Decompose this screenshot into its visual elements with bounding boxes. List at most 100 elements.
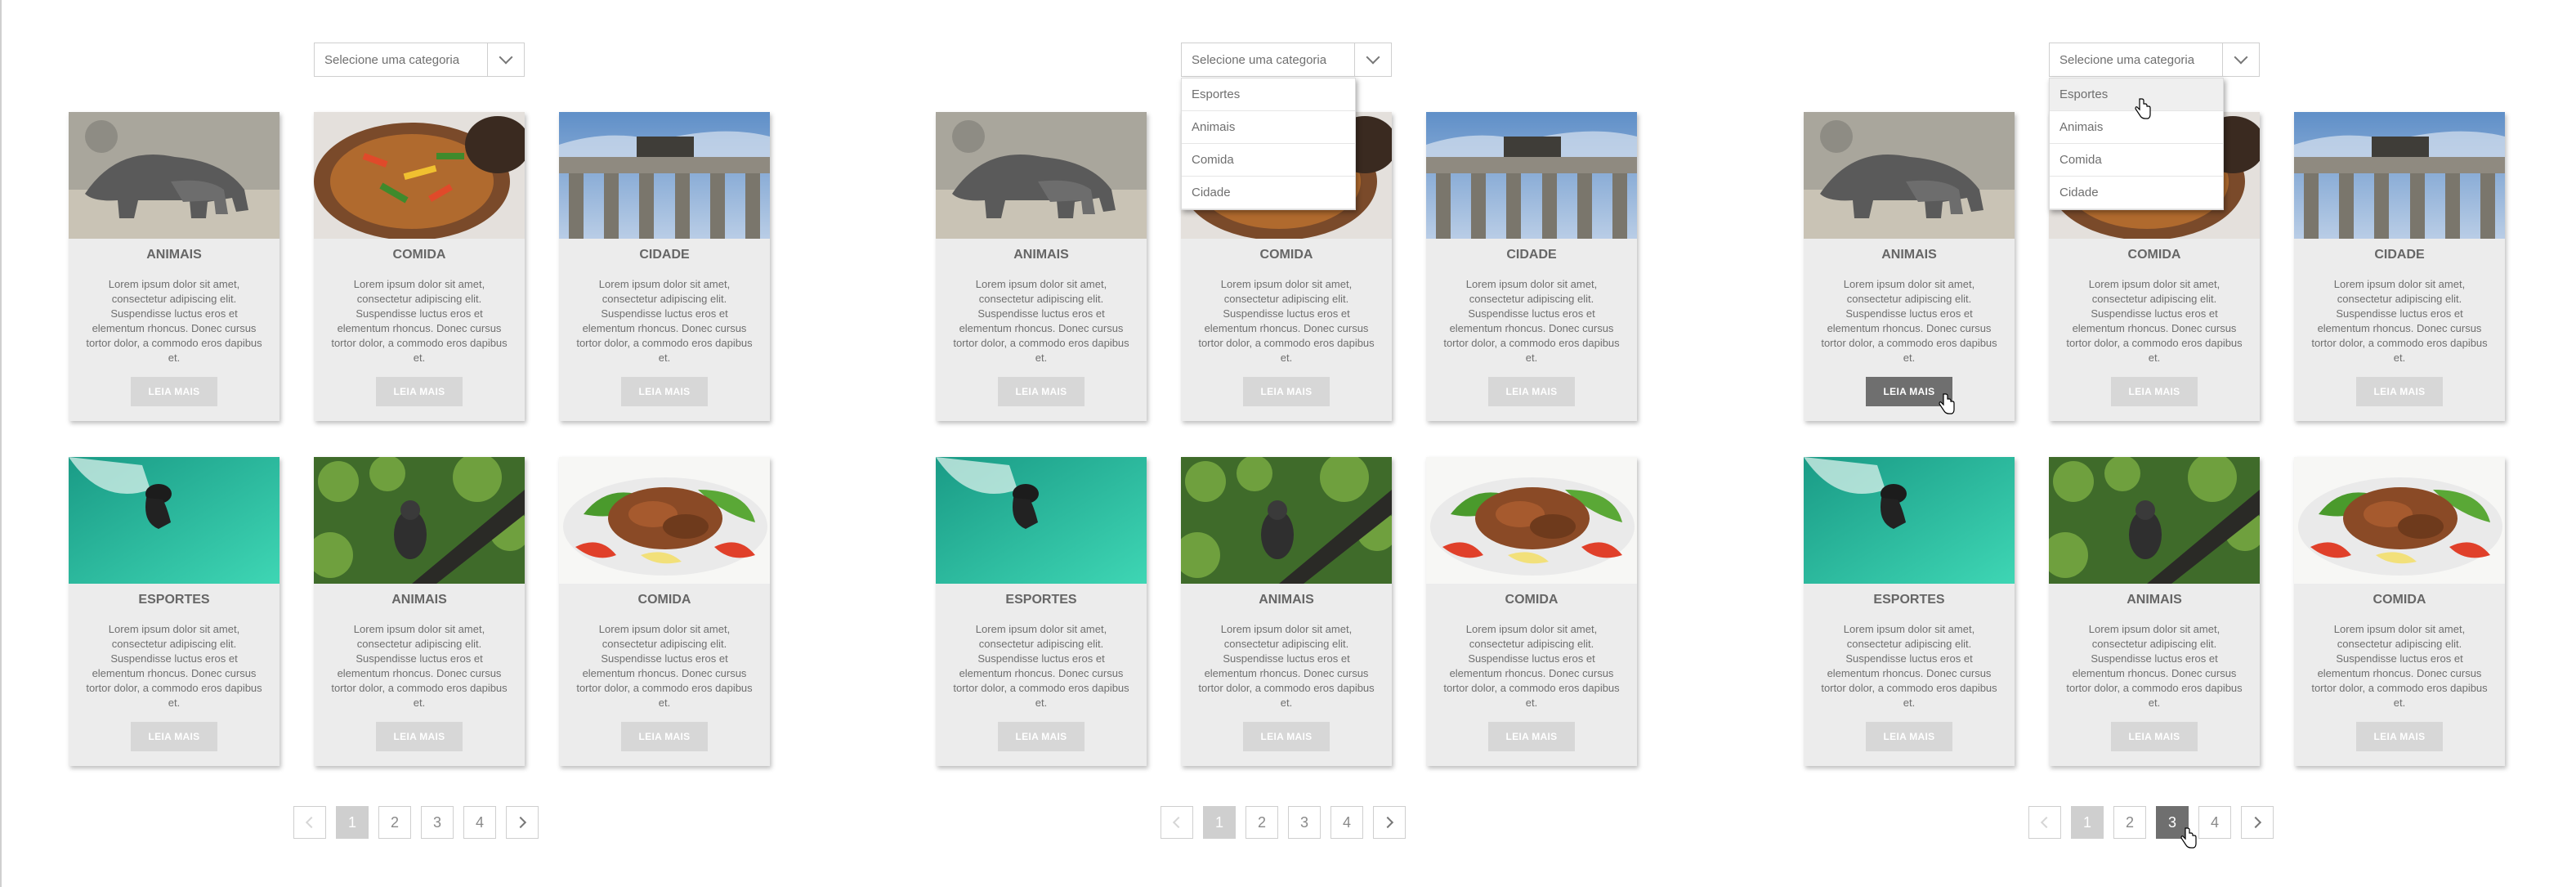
card-description: Lorem ipsum dolor sit amet, consectetur … — [1821, 278, 1997, 364]
next-page-button[interactable] — [2241, 806, 2274, 839]
dropdown-option[interactable]: Comida — [1182, 144, 1355, 177]
leia-mais-button[interactable]: LEIA MAIS — [2356, 722, 2443, 751]
leia-mais-button[interactable]: LEIA MAIS — [376, 377, 463, 406]
category-card: ESPORTES Lorem ipsum dolor sit amet, cons… — [936, 457, 1147, 766]
leia-mais-button[interactable]: LEIA MAIS — [621, 377, 708, 406]
prev-page-button[interactable] — [293, 806, 326, 839]
category-card: CIDADE Lorem ipsum dolor sit amet, consec… — [559, 112, 770, 421]
page-button[interactable]: 4 — [2198, 806, 2231, 839]
page-button[interactable]: 1 — [1203, 806, 1236, 839]
page-button[interactable]: 1 — [336, 806, 369, 839]
page-button[interactable]: 2 — [2113, 806, 2146, 839]
page-button[interactable]: 2 — [1246, 806, 1278, 839]
card-description: Lorem ipsum dolor sit amet, consectetur … — [1443, 623, 1620, 709]
chevron-left-icon — [1172, 816, 1185, 829]
dropdown-option[interactable]: Cidade — [2050, 177, 2223, 209]
chevron-right-icon — [1381, 816, 1394, 829]
diver-photo[interactable] — [1804, 457, 2015, 584]
select-arrow-button[interactable] — [2222, 43, 2259, 76]
card-description: Lorem ipsum dolor sit amet, consectetur … — [331, 278, 508, 364]
category-select[interactable]: Selecione uma categoria — [2049, 43, 2260, 77]
pagination: 1234 — [293, 806, 539, 839]
gorilla-photo[interactable] — [2049, 457, 2260, 584]
card-description: Lorem ipsum dolor sit amet, consectetur … — [1821, 623, 1997, 709]
leia-mais-button[interactable]: LEIA MAIS — [131, 722, 217, 751]
leia-mais-button[interactable]: LEIA MAIS — [376, 722, 463, 751]
card-title: COMIDA — [1259, 248, 1313, 262]
pagination: 1234 — [1161, 806, 1406, 839]
card-description: Lorem ipsum dolor sit amet, consectetur … — [2311, 278, 2488, 364]
gate-photo[interactable] — [2294, 112, 2505, 239]
leia-mais-button[interactable]: LEIA MAIS — [1243, 377, 1330, 406]
category-card: COMIDA Lorem ipsum dolor sit amet, consec… — [1426, 457, 1637, 766]
page-button[interactable]: 4 — [463, 806, 496, 839]
select-arrow-button[interactable] — [1354, 43, 1391, 76]
page-button[interactable]: 2 — [378, 806, 411, 839]
card-title: COMIDA — [637, 593, 691, 607]
diver-photo[interactable] — [69, 457, 280, 584]
category-card: ANIMAIS Lorem ipsum dolor sit amet, conse… — [2049, 457, 2260, 766]
card-description: Lorem ipsum dolor sit amet, consectetur … — [1198, 623, 1375, 709]
page-button[interactable]: 3 — [1288, 806, 1321, 839]
card-title: ESPORTES — [138, 593, 210, 607]
leia-mais-button[interactable]: LEIA MAIS — [1243, 722, 1330, 751]
page-button[interactable]: 1 — [2071, 806, 2104, 839]
leia-mais-button[interactable]: LEIA MAIS — [131, 377, 217, 406]
page-button[interactable]: 3 — [421, 806, 454, 839]
dropdown-option[interactable]: Animais — [1182, 111, 1355, 144]
card-title: CIDADE — [639, 248, 690, 262]
category-card: ANIMAIS Lorem ipsum dolor sit amet, conse… — [69, 112, 280, 421]
category-select-placeholder: Selecione uma categoria — [1192, 53, 1327, 67]
leia-mais-button[interactable]: LEIA MAIS — [998, 722, 1085, 751]
card-title: ANIMAIS — [1013, 248, 1069, 262]
card-description: Lorem ipsum dolor sit amet, consectetur … — [86, 623, 262, 709]
card-title: COMIDA — [2373, 593, 2426, 607]
dropdown-option[interactable]: Esportes — [1182, 78, 1355, 111]
card-description: Lorem ipsum dolor sit amet, consectetur … — [953, 278, 1129, 364]
steak-salad-photo[interactable] — [2294, 457, 2505, 584]
gate-photo[interactable] — [1426, 112, 1637, 239]
leia-mais-button[interactable]: LEIA MAIS — [998, 377, 1085, 406]
dropdown-option[interactable]: Comida — [2050, 144, 2223, 177]
leia-mais-button[interactable]: LEIA MAIS — [2356, 377, 2443, 406]
card-description: Lorem ipsum dolor sit amet, consectetur … — [331, 623, 508, 709]
chevron-down-icon — [499, 50, 513, 65]
steak-salad-photo[interactable] — [559, 457, 770, 584]
category-card: ANIMAIS Lorem ipsum dolor sit amet, conse… — [1181, 457, 1392, 766]
page-button[interactable]: 4 — [1330, 806, 1363, 839]
select-arrow-button[interactable] — [487, 43, 524, 76]
diver-photo[interactable] — [936, 457, 1147, 584]
leia-mais-button[interactable]: LEIA MAIS — [1866, 722, 1952, 751]
leia-mais-button[interactable]: LEIA MAIS — [621, 722, 708, 751]
gorilla-photo[interactable] — [314, 457, 525, 584]
leia-mais-button[interactable]: LEIA MAIS — [2111, 377, 2198, 406]
card-title: ESPORTES — [1873, 593, 1945, 607]
next-page-button[interactable] — [506, 806, 539, 839]
gorilla-photo[interactable] — [1181, 457, 1392, 584]
steak-salad-photo[interactable] — [1426, 457, 1637, 584]
rhino-photo[interactable] — [69, 112, 280, 239]
chevron-down-icon — [1366, 50, 1380, 65]
rhino-photo[interactable] — [1804, 112, 2015, 239]
gate-photo[interactable] — [559, 112, 770, 239]
category-dropdown: Esportes Animais Comida Cidade — [1181, 78, 1356, 210]
rhino-photo[interactable] — [936, 112, 1147, 239]
dropdown-option[interactable]: Cidade — [1182, 177, 1355, 209]
next-page-button[interactable] — [1373, 806, 1406, 839]
category-card: COMIDA Lorem ipsum dolor sit amet, consec… — [559, 457, 770, 766]
leia-mais-button[interactable]: LEIA MAIS — [1488, 722, 1575, 751]
category-select-placeholder: Selecione uma categoria — [324, 53, 460, 67]
category-card: ESPORTES Lorem ipsum dolor sit amet, cons… — [69, 457, 280, 766]
category-card: COMIDA Lorem ipsum dolor sit amet, consec… — [314, 112, 525, 421]
card-description: Lorem ipsum dolor sit amet, consectetur … — [2066, 278, 2243, 364]
chevron-right-icon — [514, 816, 527, 829]
stew-photo[interactable] — [314, 112, 525, 239]
category-select[interactable]: Selecione uma categoria — [1181, 43, 1392, 77]
hand-cursor-icon — [2180, 827, 2198, 853]
prev-page-button[interactable] — [2028, 806, 2061, 839]
card-title: COMIDA — [392, 248, 446, 262]
leia-mais-button[interactable]: LEIA MAIS — [1488, 377, 1575, 406]
prev-page-button[interactable] — [1161, 806, 1193, 839]
category-select[interactable]: Selecione uma categoria — [314, 43, 525, 77]
leia-mais-button[interactable]: LEIA MAIS — [2111, 722, 2198, 751]
